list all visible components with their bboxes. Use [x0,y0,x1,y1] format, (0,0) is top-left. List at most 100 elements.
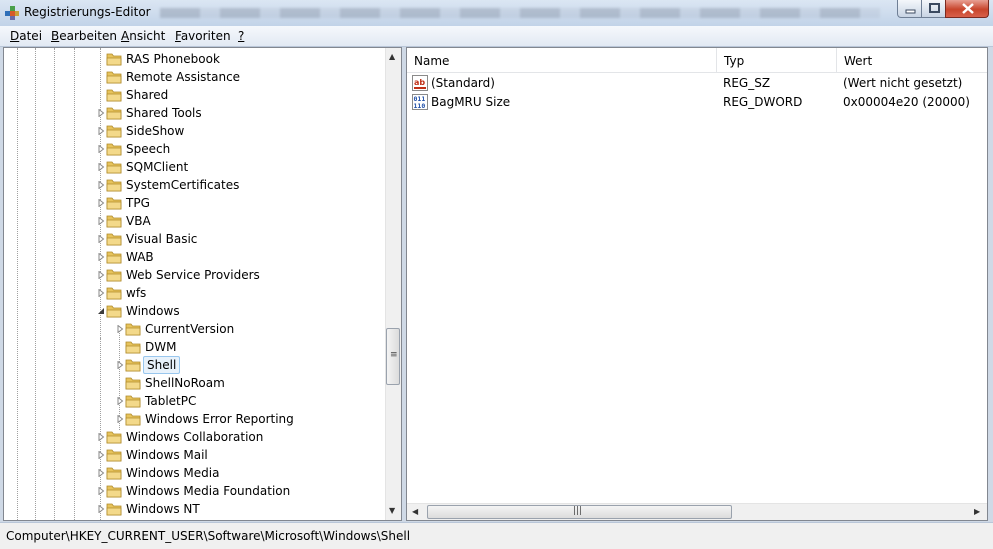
tree-item[interactable]: SQMClient [4,158,384,176]
tree-item[interactable]: Shell [4,356,384,374]
tree-item[interactable]: Web Service Providers [4,266,384,284]
tree-item-label: wfs [126,286,147,300]
tree-item[interactable]: WAB [4,248,384,266]
tree-item-label: RAS Phonebook [126,52,220,66]
column-header-value[interactable]: Wert [837,48,987,72]
tree-item-label: Web Service Providers [126,268,260,282]
binary-value-icon: 011 110 [412,94,428,110]
expand-arrow-icon[interactable] [97,163,105,171]
folder-icon [125,359,141,372]
tree-item[interactable]: Windows Media [4,464,384,482]
expand-arrow-icon[interactable] [97,109,105,117]
tree-item[interactable]: SystemCertificates [4,176,384,194]
tree-item[interactable]: Windows [4,302,384,320]
expand-arrow-icon[interactable] [97,271,105,279]
expand-arrow-icon[interactable] [116,325,124,333]
tree-item[interactable]: Windows Collaboration [4,428,384,446]
scroll-left-arrow-icon[interactable]: ◀ [412,507,418,516]
folder-icon [106,71,122,84]
tree-item[interactable]: ShellNoRoam [4,374,384,392]
registry-tree[interactable]: RAS Phonebook Remote Assistance Shared Shar… [3,47,402,521]
tree-item-label: Windows NT [126,502,200,516]
folder-icon [106,251,122,264]
expand-arrow-icon[interactable] [116,397,124,405]
folder-icon [106,287,122,300]
menu-ansicht[interactable]: Ansicht [121,29,165,43]
tree-item[interactable]: SideShow [4,122,384,140]
folder-icon [125,395,141,408]
expand-arrow-icon[interactable] [116,361,124,369]
folder-icon [106,467,122,480]
tree-vertical-scrollbar[interactable] [385,48,401,520]
values-list[interactable]: Name Typ Wert ab (Standard) REG_SZ (Wert… [406,47,988,521]
scroll-right-arrow-icon[interactable]: ▶ [974,507,980,516]
minimize-button[interactable] [897,0,922,18]
list-item[interactable]: 011 110 BagMRU Size REG_DWORD 0x00004e20… [407,93,987,111]
tree-item-label: Visual Basic [126,232,198,246]
tree-item-label: Windows [126,304,180,318]
tree-item[interactable]: DWM [4,338,384,356]
expand-arrow-icon[interactable] [97,181,105,189]
expand-arrow-icon[interactable] [116,415,124,423]
expand-arrow-icon[interactable] [97,433,105,441]
tree-item[interactable]: VBA [4,212,384,230]
collapse-arrow-icon[interactable] [97,307,105,315]
expand-arrow-icon[interactable] [97,451,105,459]
folder-icon [106,269,122,282]
tree-item-label: SQMClient [126,160,189,174]
expand-arrow-icon[interactable] [97,487,105,495]
column-header-type[interactable]: Typ [717,48,837,72]
tree-item[interactable]: Remote Assistance [4,68,384,86]
svg-text:ab: ab [414,78,425,87]
tree-item[interactable]: Windows NT [4,500,384,518]
folder-icon [106,233,122,246]
tree-item-label: TPG [126,196,150,210]
menu-bearbeiten[interactable]: Bearbeiten [51,29,117,43]
tree-item[interactable]: RAS Phonebook [4,50,384,68]
tree-item[interactable]: Shared [4,86,384,104]
value-type: REG_DWORD [723,95,803,109]
tree-item[interactable]: CurrentVersion [4,320,384,338]
value-data: 0x00004e20 (20000) [843,95,970,109]
folder-icon [106,53,122,66]
expand-arrow-icon[interactable] [97,145,105,153]
scroll-down-arrow-icon[interactable]: ▼ [389,506,395,515]
menu-datei[interactable]: Datei [10,29,42,43]
expand-arrow-icon[interactable] [97,235,105,243]
folder-icon [106,305,122,318]
tree-item[interactable]: Windows Media Foundation [4,482,384,500]
maximize-button[interactable] [921,0,946,18]
close-button[interactable] [945,0,989,18]
expand-arrow-icon[interactable] [97,253,105,261]
list-item[interactable]: ab (Standard) REG_SZ (Wert nicht gesetzt… [407,74,987,92]
tree-item[interactable]: wfs [4,284,384,302]
svg-text:110: 110 [414,102,426,110]
tree-item[interactable]: Shared Tools [4,104,384,122]
tree-item-label: ShellNoRoam [145,376,225,390]
expand-arrow-icon[interactable] [97,199,105,207]
tree-item[interactable]: TPG [4,194,384,212]
expand-arrow-icon[interactable] [97,127,105,135]
scroll-up-arrow-icon[interactable]: ▲ [389,52,395,61]
tree-item-label: Windows Media Foundation [126,484,291,498]
menu-help[interactable]: ? [238,29,244,43]
folder-icon [125,341,141,354]
tree-item-label: Speech [126,142,171,156]
expand-arrow-icon[interactable] [97,505,105,513]
folder-icon [106,449,122,462]
tree-item[interactable]: Windows Error Reporting [4,410,384,428]
menu-favoriten[interactable]: Favoriten [175,29,231,43]
value-name: (Standard) [431,76,495,90]
tree-item[interactable]: TabletPC [4,392,384,410]
tree-item-label: VBA [126,214,151,228]
expand-arrow-icon[interactable] [97,469,105,477]
tree-item[interactable]: Windows Mail [4,446,384,464]
grip-icon: ≡ [390,350,398,360]
tree-item-label: CurrentVersion [145,322,235,336]
tree-item[interactable]: Speech [4,140,384,158]
registry-editor-icon [5,6,19,20]
tree-item[interactable]: Visual Basic [4,230,384,248]
expand-arrow-icon[interactable] [97,217,105,225]
expand-arrow-icon[interactable] [97,289,105,297]
column-header-name[interactable]: Name [407,48,717,72]
